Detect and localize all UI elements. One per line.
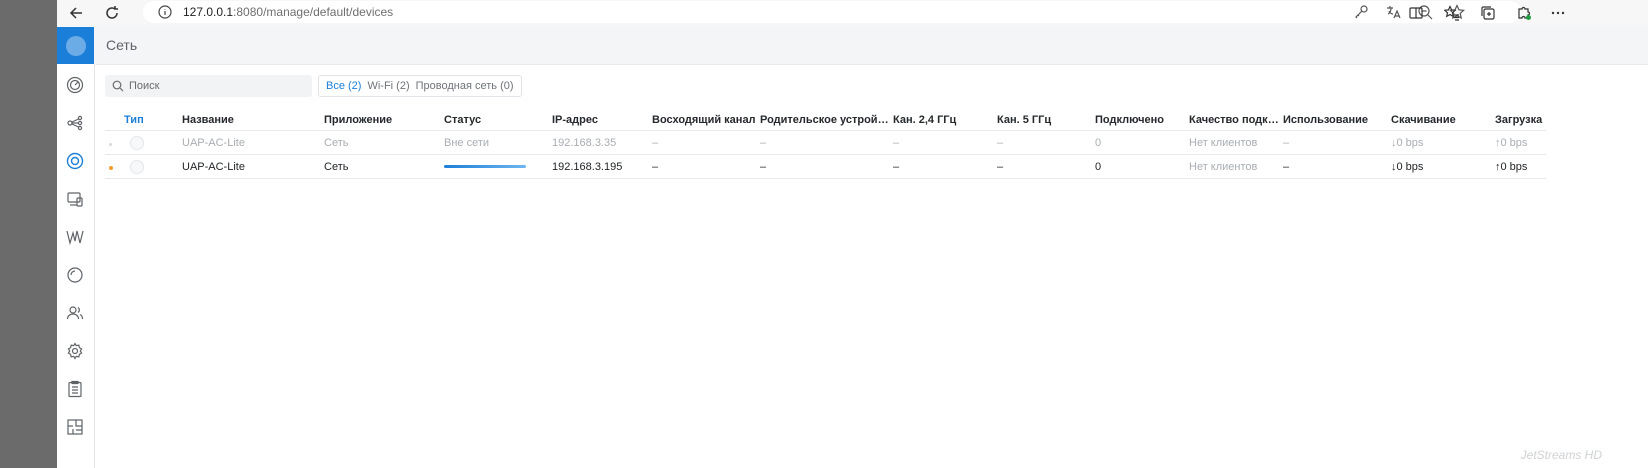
browser-toolbar: 127.0.0.1:8080/manage/default/devices [57, 0, 1648, 27]
column-header-ch24[interactable]: Кан. 2,4 ГГц [893, 110, 997, 131]
page-header: Сеть [94, 27, 1648, 65]
floorplan-icon[interactable] [66, 418, 84, 436]
back-icon[interactable] [67, 4, 85, 22]
hotspot-icon[interactable] [66, 304, 84, 322]
url-text: 127.0.0.1:8080/manage/default/devices [183, 5, 393, 19]
desktop-background [0, 0, 57, 468]
connected-cell: 0 [1095, 154, 1189, 179]
uplink-cell: – [652, 154, 760, 179]
filter-all[interactable]: Все (2) [323, 80, 364, 92]
insights-icon[interactable] [66, 266, 84, 284]
status-dot-cell [105, 154, 124, 179]
device-filter-tabs: Все (2) Wi-Fi (2) Проводная сеть (0) [318, 75, 522, 97]
statistics-icon[interactable] [66, 228, 84, 246]
name-cell: UAP-AC-Lite [182, 154, 324, 179]
type-cell [124, 130, 182, 155]
devices-icon[interactable] [66, 152, 84, 170]
access-point-icon [130, 159, 144, 174]
column-header-name[interactable]: Название [182, 110, 324, 131]
status-cell: Вне сети [444, 130, 552, 155]
clipboard-icon[interactable] [66, 380, 84, 398]
column-header-quality[interactable]: Качество подключения [1189, 110, 1283, 131]
search-input[interactable] [129, 77, 307, 95]
extensions-icon[interactable] [1515, 4, 1533, 22]
collections-icon[interactable] [1479, 4, 1497, 22]
filter-wired[interactable]: Проводная сеть (0) [413, 80, 517, 92]
dashboard-icon[interactable] [66, 76, 84, 94]
type-cell [124, 154, 182, 179]
ip-cell: 192.168.3.195 [552, 154, 652, 179]
ch5-cell: – [997, 130, 1095, 155]
progress-fill [444, 165, 526, 168]
status-dot-cell [105, 130, 124, 155]
access-point-icon [130, 135, 144, 150]
translate-icon[interactable] [1385, 4, 1401, 20]
app-logo[interactable] [57, 27, 94, 64]
column-header-download[interactable]: Скачивание [1391, 110, 1495, 131]
key-icon[interactable] [1353, 4, 1369, 20]
topology-icon[interactable] [66, 114, 84, 132]
column-header-upload[interactable]: Загрузка [1495, 110, 1546, 131]
search-box[interactable] [105, 75, 312, 97]
ip-cell: 192.168.3.35 [552, 130, 652, 155]
download-value: 0 bps [1396, 160, 1424, 173]
connected-cell: 0 [1095, 130, 1189, 155]
column-header-app[interactable]: Приложение [324, 110, 444, 131]
app-cell: Сеть [324, 130, 444, 155]
status-dot [109, 142, 112, 146]
upload-cell: ↑0 bps [1495, 130, 1546, 155]
column-header-parent[interactable]: Родительское устройство [760, 110, 893, 131]
upload-value: 0 bps [1500, 136, 1528, 149]
reload-icon[interactable] [103, 4, 121, 22]
ch24-cell: – [893, 130, 997, 155]
column-header-ip[interactable]: IP-адрес [552, 110, 652, 131]
app-sidebar [57, 27, 95, 468]
gear-icon[interactable] [66, 342, 84, 360]
quality-cell: Нет клиентов [1189, 130, 1283, 155]
ch24-cell: – [893, 154, 997, 179]
column-header-status-dot [105, 110, 124, 131]
info-icon[interactable] [157, 4, 173, 20]
address-bar[interactable]: 127.0.0.1:8080/manage/default/devices [143, 1, 1521, 23]
table-row[interactable]: UAP-AC-Lite Сеть 192.168.3.195 – – – – 0… [105, 154, 1546, 179]
search-icon [112, 80, 124, 92]
uplink-cell: – [652, 130, 760, 155]
logo-icon [65, 35, 86, 56]
column-header-usage[interactable]: Использование [1283, 110, 1391, 131]
parent-cell: – [760, 154, 893, 179]
table-header-row: Тип Название Приложение Статус IP-адрес … [105, 110, 1546, 131]
usage-cell: – [1283, 130, 1391, 155]
status-cell [444, 154, 552, 179]
upload-value: 0 bps [1500, 160, 1528, 173]
devices-table: Тип Название Приложение Статус IP-адрес … [105, 110, 1546, 179]
clients-icon[interactable] [66, 190, 84, 208]
upload-cell: ↑0 bps [1495, 154, 1546, 179]
download-value: 0 bps [1396, 136, 1424, 149]
adoption-progress-bar [444, 165, 526, 168]
more-icon[interactable] [1549, 4, 1567, 22]
download-cell: ↓0 bps [1391, 130, 1495, 155]
column-header-status[interactable]: Статус [444, 110, 552, 131]
parent-cell: – [760, 130, 893, 155]
url-path: :8080/manage/default/devices [233, 5, 394, 19]
column-header-uplink[interactable]: Восходящий канал [652, 110, 760, 131]
column-header-type[interactable]: Тип [124, 110, 182, 131]
watermark: JetStreams HD [1520, 448, 1602, 462]
table-end-line [105, 178, 1546, 179]
column-header-connected[interactable]: Подключено [1095, 110, 1189, 131]
download-cell: ↓0 bps [1391, 154, 1495, 179]
url-host: 127.0.0.1 [183, 5, 234, 19]
favorites-icon[interactable] [1443, 4, 1461, 22]
filter-wifi[interactable]: Wi-Fi (2) [364, 80, 412, 92]
ch5-cell: – [997, 154, 1095, 179]
column-header-ch5[interactable]: Кан. 5 ГГц [997, 110, 1095, 131]
table-row[interactable]: UAP-AC-Lite Сеть Вне сети 192.168.3.35 –… [105, 130, 1546, 155]
quality-cell: Нет клиентов [1189, 154, 1283, 179]
app-cell: Сеть [324, 154, 444, 179]
page-title: Сеть [106, 37, 138, 53]
status-dot [109, 165, 113, 170]
split-screen-icon[interactable] [1407, 4, 1425, 22]
name-cell: UAP-AC-Lite [182, 130, 324, 155]
usage-cell: – [1283, 154, 1391, 179]
